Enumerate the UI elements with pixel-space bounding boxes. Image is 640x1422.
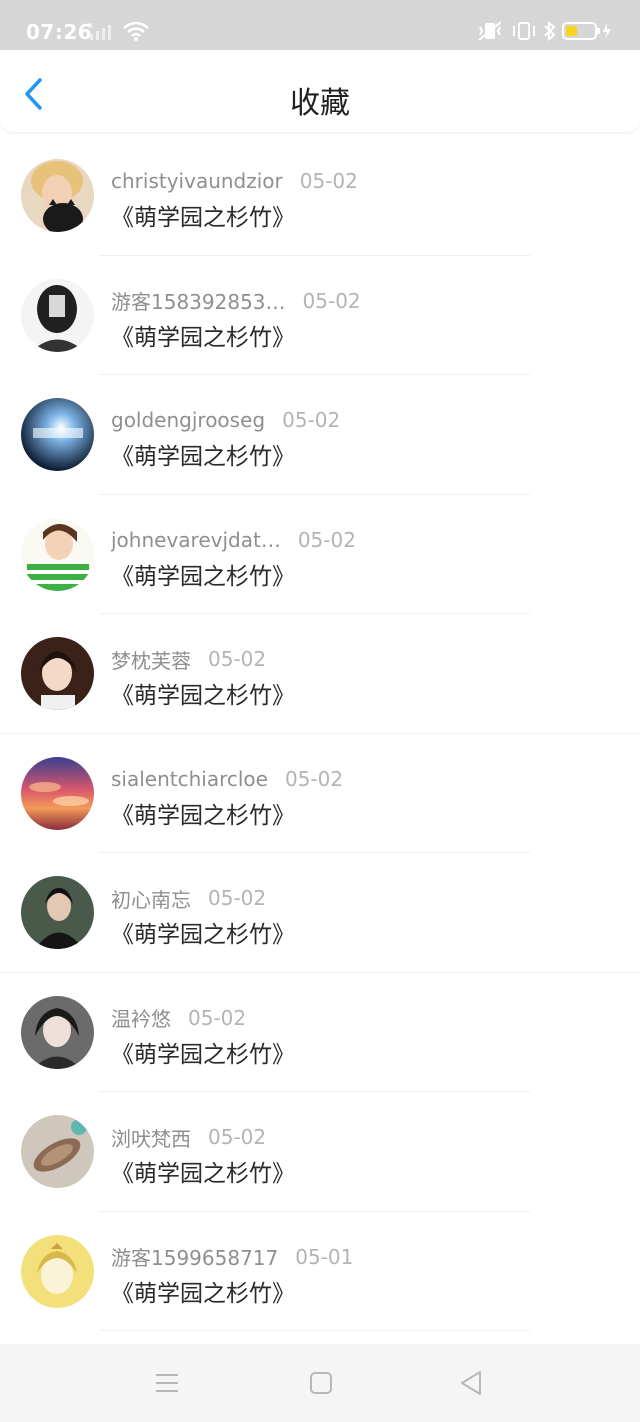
- user-name: 浏吠梵西: [111, 1126, 191, 1151]
- item-meta: 温衿悠 05-02: [111, 1004, 246, 1032]
- system-nav-bar: [0, 1344, 640, 1422]
- list-item[interactable]: goldengjrooseg 05-02 《萌学园之杉竹》: [0, 375, 640, 495]
- book-title: 《萌学园之杉竹》: [111, 802, 295, 829]
- item-date: 05-02: [302, 288, 361, 313]
- user-name: 初心南忘: [111, 887, 191, 912]
- user-name: 梦枕芙蓉: [111, 648, 191, 673]
- item-date: 05-02: [188, 1005, 247, 1030]
- book-title: 《萌学园之杉竹》: [111, 922, 295, 948]
- item-date: 05-02: [208, 886, 267, 910]
- avatar: [21, 159, 94, 232]
- avatar: [21, 995, 94, 1069]
- user-name: 温衿悠: [111, 1007, 171, 1031]
- user-name: johnevarevjdat…: [111, 527, 281, 552]
- list-item[interactable]: 梦枕芙蓉 05-02 《萌学园之杉竹》: [0, 614, 640, 734]
- item-meta: 浏吠梵西 05-02: [111, 1123, 266, 1151]
- book-title: 《萌学园之杉竹》: [111, 205, 295, 231]
- item-meta: goldengjrooseg 05-02: [111, 406, 340, 434]
- wifi-icon: [123, 21, 149, 41]
- user-name: 游客1599658717: [111, 1246, 279, 1270]
- status-bar: 07:26 x: [0, 0, 640, 50]
- list-item[interactable]: sialentchiarcloe 05-02 《萌学园之杉竹》: [0, 734, 640, 853]
- user-name: 游客158392853…: [111, 290, 286, 314]
- user-name: goldengjrooseg: [111, 408, 266, 432]
- vibrate-mute-icon: [478, 21, 502, 41]
- book-title: 《萌学园之杉竹》: [111, 683, 295, 709]
- item-date: 05-02: [282, 408, 341, 432]
- avatar: [21, 517, 94, 591]
- battery-icon: [562, 22, 611, 40]
- menu-icon[interactable]: [154, 1368, 180, 1398]
- svg-text:x: x: [88, 21, 94, 31]
- avatar: [21, 398, 94, 471]
- item-date: 05-02: [208, 647, 267, 671]
- avatar: [21, 637, 94, 710]
- status-time: 07:26: [26, 20, 93, 44]
- item-meta: 初心南忘 05-02: [111, 884, 266, 912]
- list-item[interactable]: 初心南忘 05-02 《萌学园之杉竹》: [0, 853, 640, 973]
- list-item[interactable]: 温衿悠 05-02 《萌学园之杉竹》: [0, 973, 640, 1092]
- book-title: 《萌学园之杉竹》: [111, 563, 295, 590]
- item-date: 05-02: [284, 766, 344, 791]
- favorites-list: christyivaundzior 05-02 《萌学园之杉竹》 游客15839…: [0, 136, 640, 1331]
- item-meta: 游客1599658717 05-01: [111, 1243, 353, 1271]
- item-meta: christyivaundzior 05-02: [111, 167, 358, 195]
- item-date: 05-02: [208, 1125, 267, 1149]
- vibrate-icon: [513, 22, 535, 40]
- list-item[interactable]: 浏吠梵西 05-02 《萌学园之杉竹》: [0, 1092, 640, 1212]
- avatar: [21, 1115, 94, 1188]
- nav-bar: 收藏: [0, 50, 640, 132]
- avatar: [21, 1234, 94, 1308]
- avatar: [21, 278, 94, 352]
- book-title: 《萌学园之杉竹》: [111, 324, 295, 351]
- avatar: [21, 876, 94, 949]
- list-item[interactable]: christyivaundzior 05-02 《萌学园之杉竹》: [0, 136, 640, 256]
- book-title: 《萌学园之杉竹》: [111, 1280, 295, 1307]
- book-title: 《萌学园之杉竹》: [111, 1041, 295, 1068]
- signal-icon: x: [88, 21, 111, 40]
- page-title: 收藏: [290, 86, 350, 121]
- item-meta: sialentchiarcloe 05-02: [111, 765, 343, 793]
- item-meta: johnevarevjdat… 05-02: [111, 526, 356, 554]
- item-meta: 游客158392853… 05-02: [111, 287, 361, 315]
- item-date: 05-01: [295, 1244, 354, 1269]
- list-item[interactable]: 游客1599658717 05-01 《萌学园之杉竹》: [0, 1212, 640, 1331]
- item-date: 05-02: [297, 527, 356, 552]
- item-meta: 梦枕芙蓉 05-02: [111, 645, 266, 673]
- triangle-back-icon[interactable]: [458, 1368, 484, 1398]
- book-title: 《萌学园之杉竹》: [111, 444, 295, 470]
- book-title: 《萌学园之杉竹》: [111, 1161, 295, 1187]
- list-item[interactable]: johnevarevjdat… 05-02 《萌学园之杉竹》: [0, 495, 640, 614]
- divider: [100, 1330, 530, 1331]
- item-date: 05-02: [299, 169, 358, 193]
- list-item[interactable]: 游客158392853… 05-02 《萌学园之杉竹》: [0, 256, 640, 375]
- avatar: [21, 756, 94, 830]
- bluetooth-icon: [544, 20, 556, 42]
- square-icon[interactable]: [308, 1368, 334, 1398]
- user-name: sialentchiarcloe: [111, 766, 268, 791]
- user-name: christyivaundzior: [111, 169, 283, 193]
